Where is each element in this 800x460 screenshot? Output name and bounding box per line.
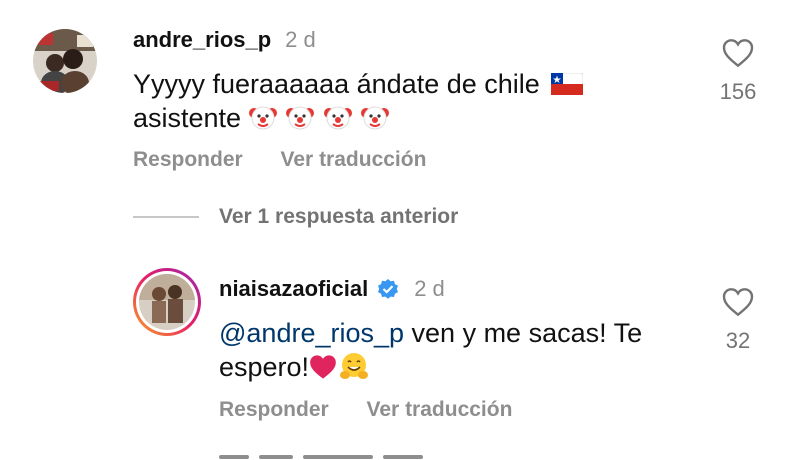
clown-emoji-icon [323, 106, 352, 130]
red-heart-emoji-icon [310, 355, 336, 379]
view-previous-replies-label[interactable]: Ver 1 respuesta anterior [219, 205, 458, 229]
avatar-story-ring[interactable] [133, 268, 201, 336]
cutoff-replies-toggle[interactable] [219, 452, 469, 460]
comment-username[interactable]: niaisazaoficial 2 d [219, 276, 445, 302]
comment-text: @andre_rios_p ven y me sacas! Te espero! [219, 316, 699, 384]
comment-time: 2 d [285, 27, 316, 52]
like-count: 156 [719, 79, 757, 104]
comments-thread: andre_rios_p 2 d Yyyyy fueraaaaaa ándate… [0, 0, 800, 460]
reply-button[interactable]: Responder [219, 398, 329, 421]
divider [133, 216, 199, 218]
hugging-emoji-icon [340, 353, 369, 379]
translate-button[interactable]: Ver traducción [281, 148, 427, 171]
clown-emoji-icon [286, 106, 315, 130]
translate-button[interactable]: Ver traducción [367, 398, 513, 421]
verified-badge-icon [378, 279, 399, 299]
comment-actions: Responder Ver traducción [133, 148, 458, 172]
reply-button[interactable]: Responder [133, 148, 243, 171]
heart-outline-icon[interactable] [722, 287, 754, 317]
avatar[interactable] [33, 29, 97, 93]
chile-flag-icon [551, 73, 584, 95]
comment-actions: Responder Ver traducción [219, 398, 544, 422]
comment-text: Yyyyy fueraaaaaa ándate de chile asisten… [133, 67, 693, 135]
like-control: 32 [708, 287, 768, 354]
comment-username[interactable]: andre_rios_p 2 d [133, 27, 316, 53]
clown-emoji-icon [361, 106, 390, 130]
username-text[interactable]: niaisazaoficial [219, 276, 368, 302]
clown-emojis [248, 103, 392, 133]
clown-emoji-icon [248, 106, 277, 130]
mention-link[interactable]: @andre_rios_p [219, 318, 404, 348]
comment-text-line2: espero! [219, 352, 310, 382]
comment-text-line1: ven y me sacas! Te [404, 318, 643, 348]
comment-time: 2 d [414, 276, 445, 301]
comment-text-line2: asistente [133, 103, 242, 133]
comment-text-line1: Yyyyy fueraaaaaa ándate de chile [133, 69, 540, 99]
like-control: 156 [708, 38, 768, 105]
heart-outline-icon[interactable] [722, 38, 754, 68]
view-previous-replies[interactable]: Ver 1 respuesta anterior [133, 205, 458, 229]
like-count: 32 [725, 328, 751, 353]
username-text[interactable]: andre_rios_p [133, 27, 271, 53]
